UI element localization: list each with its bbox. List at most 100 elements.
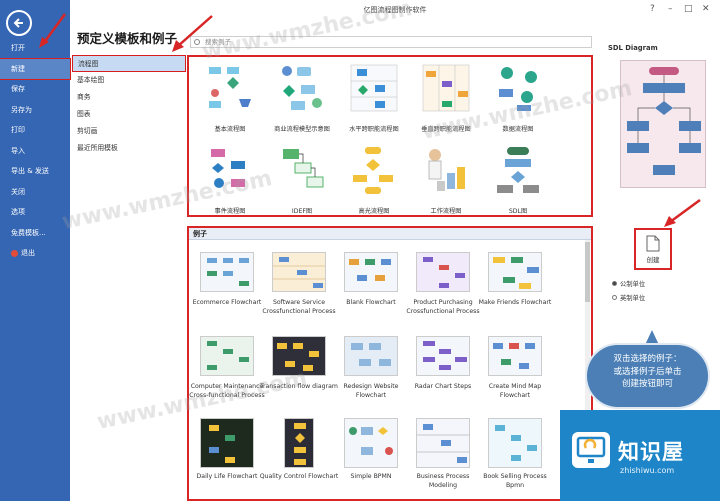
example-thumbnail — [284, 418, 314, 468]
template-business-process-model[interactable]: 商业流程模型示意图 — [267, 63, 337, 133]
template-label: 水平跨职能流程图 — [349, 126, 399, 133]
example-book-selling-bpmn[interactable]: Book Selling Process Bpmn — [475, 418, 555, 490]
example-product-purchasing[interactable]: Product Purchasing Crossfunctional Proce… — [403, 252, 483, 316]
page-title: 预定义模板和例子 — [77, 31, 178, 46]
scrollbar-thumb[interactable] — [585, 242, 590, 302]
example-label: Ecommerce Flowchart — [192, 299, 262, 306]
example-label: Daily Life Flowchart — [196, 473, 258, 480]
example-blank-flowchart[interactable]: Blank Flowchart — [331, 252, 411, 308]
example-label: Radar Chart Steps — [414, 383, 472, 390]
example-label: Quality Control Flowchart — [259, 473, 339, 480]
radio-unselected-icon — [612, 295, 617, 300]
example-label: Product Purchasing Crossfunctional Proce… — [406, 299, 480, 315]
menu-item-save-as[interactable]: 另存为 — [0, 100, 70, 121]
example-software-service[interactable]: Software Service Crossfunctional Process — [259, 252, 339, 316]
template-label: SDL图 — [508, 208, 528, 215]
menu-item-new[interactable]: 新建 — [0, 57, 71, 80]
horizontal-crossfunctional-thumbnail — [350, 64, 398, 112]
template-workflow[interactable]: 工作流程图 — [411, 145, 481, 215]
template-sdl[interactable]: SDL图 — [483, 145, 553, 215]
help-button[interactable]: ? — [650, 4, 655, 14]
menu-item-open[interactable]: 打开 — [0, 38, 70, 59]
logo-url: zhishiwu.com — [620, 466, 675, 475]
callout-line-1: 双击选择的例子： — [613, 354, 682, 364]
examples-panel: 例子 Ecommerce Flowchart Software Service … — [187, 226, 593, 501]
create-button-label: 创建 — [646, 256, 660, 264]
example-thumbnail — [200, 418, 254, 468]
example-thumbnail — [344, 336, 398, 376]
maximize-button[interactable]: □ — [684, 4, 693, 14]
menu-item-import[interactable]: 导入 — [0, 141, 70, 162]
example-simple-bpmn[interactable]: Simple BPMN — [331, 418, 411, 482]
template-idef[interactable]: IDEF图 — [267, 145, 337, 215]
category-business[interactable]: 商务 — [72, 89, 186, 106]
menu-item-exit-label: 退出 — [21, 249, 35, 257]
example-thumbnail — [200, 336, 254, 376]
template-label: IDEF图 — [291, 208, 313, 215]
example-ecommerce-flowchart[interactable]: Ecommerce Flowchart — [189, 252, 267, 308]
example-label: Blank Flowchart — [346, 299, 396, 306]
example-label: Redesign Website Flowchart — [343, 383, 399, 399]
example-label: Software Service Crossfunctional Process — [262, 299, 336, 315]
example-make-friends[interactable]: Make Friends Flowchart — [475, 252, 555, 308]
example-label: Create Mind Map Flowchart — [488, 383, 542, 399]
example-label: Make Friends Flowchart — [478, 299, 552, 306]
instruction-callout: 双击选择的例子： 或选择例子后单击 创建按钮即可 — [585, 343, 710, 409]
radio-label: 英制单位 — [620, 295, 646, 302]
template-label: 商业流程模型示意图 — [274, 126, 330, 133]
examples-heading: 例子 — [189, 228, 591, 240]
example-daily-life[interactable]: Daily Life Flowchart — [189, 418, 267, 482]
new-document-icon — [646, 235, 660, 252]
logo-name: 知识屋 — [618, 440, 684, 464]
example-thumbnail — [344, 252, 398, 292]
logo-mark-icon — [572, 432, 610, 468]
example-business-process-modeling[interactable]: Business Process Modeling — [403, 418, 483, 490]
category-recent-templates[interactable]: 最近所用模板 — [72, 140, 186, 157]
example-redesign-website[interactable]: Redesign Website Flowchart — [331, 336, 411, 400]
create-button[interactable]: 创建 — [634, 228, 672, 270]
site-logo: 知识屋 zhishiwu.com — [560, 410, 720, 501]
template-label: 高光流程图 — [358, 208, 390, 215]
template-label: 基本流程图 — [214, 126, 246, 133]
example-thumbnail — [200, 252, 254, 292]
vertical-crossfunctional-thumbnail — [422, 64, 470, 112]
template-horizontal-crossfunctional[interactable]: 水平跨职能流程图 — [339, 63, 409, 133]
menu-item-exit[interactable]: 退出 — [0, 243, 70, 264]
business-process-thumbnail — [282, 66, 322, 110]
category-basic-drawing[interactable]: 基本绘图 — [72, 72, 186, 89]
category-charts[interactable]: 图表 — [72, 106, 186, 123]
template-highlight-flowchart[interactable]: 高光流程图 — [339, 145, 409, 215]
template-label: 工作流程图 — [430, 208, 462, 215]
menu-item-free-templates[interactable]: 免费模板... — [0, 223, 70, 244]
callout-line-3: 创建按钮即可 — [621, 379, 673, 389]
example-thumbnail — [488, 252, 542, 292]
example-create-mind-map[interactable]: Create Mind Map Flowchart — [475, 336, 555, 400]
metric-units-radio[interactable]: 公制单位 — [612, 279, 645, 288]
sdl-thumbnail — [497, 147, 539, 193]
imperial-units-radio[interactable]: 英制单位 — [612, 293, 645, 302]
exit-icon — [11, 249, 18, 257]
template-basic-flowchart[interactable]: 基本流程图 — [195, 63, 265, 133]
example-label: Business Process Modeling — [416, 473, 470, 489]
close-button[interactable]: ✕ — [702, 4, 710, 14]
example-thumbnail — [488, 418, 542, 468]
category-flowchart[interactable]: 流程图 — [72, 55, 186, 72]
preview-title: SDL Diagram — [608, 44, 658, 52]
radio-selected-icon — [612, 281, 617, 286]
example-thumbnail — [272, 252, 326, 292]
category-clipart[interactable]: 剪切画 — [72, 123, 186, 140]
menu-item-export-send[interactable]: 导出 & 发送 — [0, 161, 70, 182]
example-radar-chart-steps[interactable]: Radar Chart Steps — [403, 336, 483, 392]
menu-item-print[interactable]: 打印 — [0, 120, 70, 141]
radio-label: 公制单位 — [620, 281, 646, 288]
menu-item-close[interactable]: 关闭 — [0, 182, 70, 203]
back-button[interactable] — [6, 10, 32, 36]
minimize-button[interactable]: – — [668, 4, 673, 14]
sdl-preview-diagram — [627, 67, 701, 175]
back-arrow-icon — [13, 18, 23, 28]
category-list: 流程图 基本绘图 商务 图表 剪切画 最近所用模板 — [72, 55, 186, 157]
app-window: 打开 新建 保存 另存为 打印 导入 导出 & 发送 关闭 选项 免费模板...… — [0, 0, 720, 501]
file-menu: 打开 新建 保存 另存为 打印 导入 导出 & 发送 关闭 选项 免费模板...… — [0, 0, 71, 501]
example-quality-control[interactable]: Quality Control Flowchart — [259, 418, 339, 482]
menu-item-save[interactable]: 保存 — [0, 79, 70, 100]
